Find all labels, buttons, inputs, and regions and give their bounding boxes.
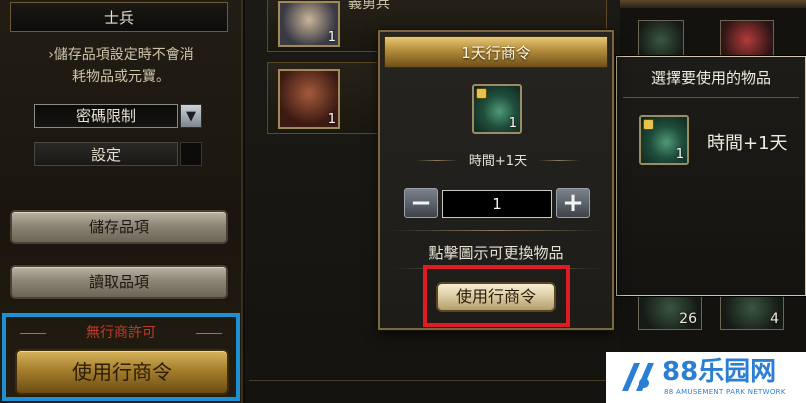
inventory-slot-3[interactable]: 26 [638,290,702,330]
watermark-brand: 88乐园网 [662,357,777,387]
soldier-level-2: 1 [327,112,336,127]
use-permit-button-left[interactable]: 使用行商令 [15,349,229,395]
plus-icon: + [562,188,584,218]
settings-field[interactable]: 設定 [34,142,178,166]
lock-icon [476,88,487,99]
tooltip-item-effect: 時間+1天 [707,133,788,154]
save-note-line-2: 耗物品或元寶。 [72,69,170,85]
inventory-count-1: 26 [679,311,697,327]
watermark-logo-icon [622,363,654,391]
list-frame-bottom [249,380,619,381]
save-items-button[interactable]: 儲存品項 [10,210,228,244]
no-permit-label: 無行商許可 [86,325,156,341]
permit-section: 無行商許可 使用行商令 [2,313,240,401]
watermark: 88乐园网 88 AMUSEMENT PARK NETWORK [606,352,806,403]
inventory-slot-4[interactable]: 4 [720,290,784,330]
hint-divider-top [390,230,604,231]
minus-icon: − [410,188,432,218]
highlight-box [423,265,570,327]
soldier-label: 士兵 [103,9,134,27]
permit-item-icon[interactable]: 1 [472,84,522,134]
soldier-portrait-1[interactable]: 1 [278,1,340,47]
effect-divider-left [416,160,458,161]
watermark-subtitle: 88 AMUSEMENT PARK NETWORK [664,388,786,396]
change-item-hint: 點擊圖示可更換物品 [428,244,564,262]
save-note-line-1: ›儲存品項設定時不會消 [48,47,194,63]
load-items-button[interactable]: 讀取品項 [10,265,228,299]
settings-label: 設定 [90,146,121,164]
settings-checkbox[interactable] [180,142,202,166]
quantity-input[interactable]: 1 [442,190,552,218]
inventory-count-2: 4 [770,311,779,327]
soldier-portrait-2[interactable]: 1 [278,69,340,129]
lock-icon [643,119,654,130]
password-select[interactable]: 密碼限制 [34,104,178,128]
tooltip-item-icon[interactable]: 1 [639,115,689,165]
tooltip-divider [623,97,799,98]
tooltip-title: 選擇要使用的物品 [650,69,771,87]
tooltip-item-qty: 1 [675,147,684,162]
item-select-tooltip: 選擇要使用的物品 1 時間+1天 [616,56,806,296]
soldier-level-1: 1 [327,30,336,45]
save-note: ›儲存品項設定時不會消 耗物品或元寶。 [8,44,234,88]
divider-left [20,333,46,334]
decrease-button[interactable]: − [404,188,438,218]
divider-right [196,333,222,334]
dropdown-arrow-icon[interactable]: ▼ [180,104,202,128]
left-panel: 士兵 ›儲存品項設定時不會消 耗物品或元寶。 密碼限制 ▼ 設定 儲存品項 讀取… [0,0,243,403]
soldier-header: 士兵 [10,2,228,32]
effect-divider-right [538,160,580,161]
password-select-value: 密碼限制 [75,107,136,125]
soldier-name-1: 義勇兵 [348,0,390,12]
item-effect: 時間+1天 [468,154,528,169]
inventory-top-bar [620,0,806,8]
dialog-title: 1天行商令 [384,36,608,68]
permit-item-qty: 1 [508,116,517,131]
increase-button[interactable]: + [556,188,590,218]
